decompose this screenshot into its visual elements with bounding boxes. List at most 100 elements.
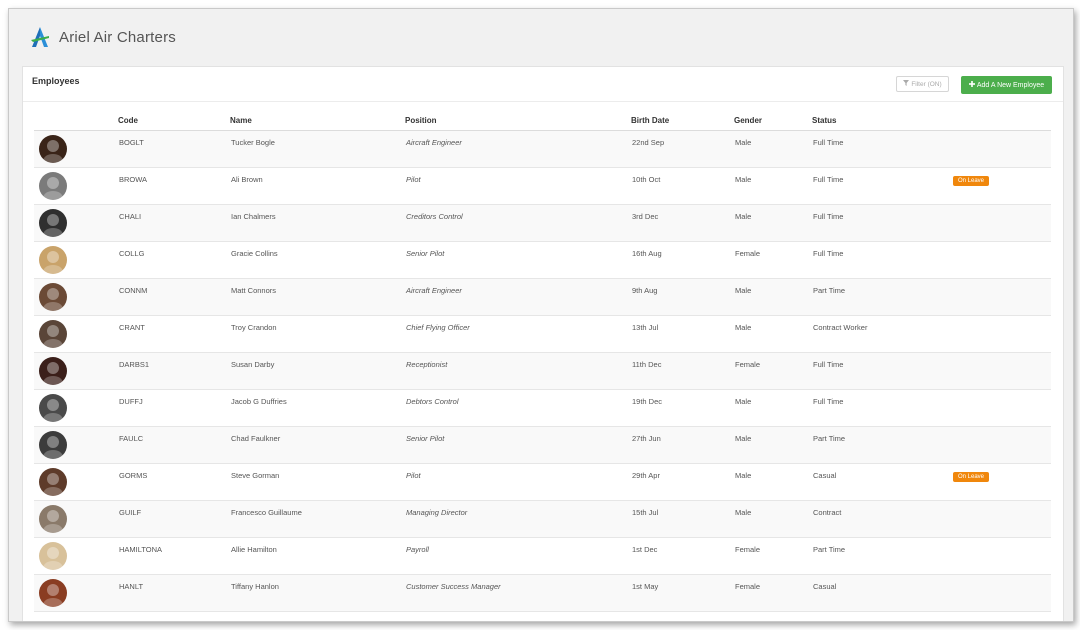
status-cell: Full Time xyxy=(812,204,952,242)
position-cell: Pilot xyxy=(405,167,631,205)
person-avatar-icon xyxy=(43,288,63,311)
table-row[interactable]: COLLG Gracie Collins Senior Pilot 16th Aug F… xyxy=(34,241,1051,279)
code-cell: CONNM xyxy=(118,278,230,316)
app-title: Ariel Air Charters xyxy=(59,28,176,46)
avatar-cell xyxy=(34,241,118,279)
avatar[interactable] xyxy=(39,320,67,348)
name-cell: Gracie Collins xyxy=(230,241,405,279)
position-cell: Receptionist xyxy=(405,352,631,390)
badge-cell xyxy=(952,352,1051,390)
avatar-cell xyxy=(34,426,118,464)
name-cell: Matt Connors xyxy=(230,278,405,316)
person-avatar-icon xyxy=(43,214,63,237)
col-name-header[interactable]: Name xyxy=(230,110,405,131)
gender-cell: Male xyxy=(734,167,812,205)
col-status-header[interactable]: Status xyxy=(812,110,952,131)
avatar[interactable] xyxy=(39,468,67,496)
app-header: Ariel Air Charters xyxy=(9,9,1073,65)
badge-cell xyxy=(952,130,1051,168)
birth-date-cell: 19th Dec xyxy=(631,389,734,427)
person-avatar-icon xyxy=(43,362,63,385)
person-avatar-icon xyxy=(43,547,63,570)
code-cell: BROWA xyxy=(118,167,230,205)
code-cell: HANLT xyxy=(118,574,230,612)
avatar-cell xyxy=(34,315,118,353)
avatar[interactable] xyxy=(39,542,67,570)
name-cell: Ali Brown xyxy=(230,167,405,205)
birth-date-cell: 16th Aug xyxy=(631,241,734,279)
code-cell: HAMILTONA xyxy=(118,537,230,575)
person-avatar-icon xyxy=(43,473,63,496)
avatar[interactable] xyxy=(39,357,67,385)
birth-date-cell: 13th Jul xyxy=(631,315,734,353)
name-cell: Chad Faulkner xyxy=(230,426,405,464)
badge-cell xyxy=(952,278,1051,316)
table-row[interactable]: GUILF Francesco Guillaume Managing Directo… xyxy=(34,500,1051,538)
avatar[interactable] xyxy=(39,579,67,607)
status-cell: Contract Worker xyxy=(812,315,952,353)
person-avatar-icon xyxy=(43,584,63,607)
table-row[interactable]: GORMS Steve Gorman Pilot 29th Apr Male Casual… xyxy=(34,463,1051,501)
panel-title: Employees xyxy=(32,76,80,86)
position-cell: Debtors Control xyxy=(405,389,631,427)
table-row[interactable]: HANLT Tiffany Hanlon Customer Success Mana… xyxy=(34,574,1051,612)
table-row[interactable]: CRANT Troy Crandon Chief Flying Officer 13t… xyxy=(34,315,1051,353)
code-cell: CRANT xyxy=(118,315,230,353)
gender-cell: Male xyxy=(734,204,812,242)
gender-cell: Female xyxy=(734,352,812,390)
on-leave-badge: On Leave xyxy=(953,472,990,482)
avatar[interactable] xyxy=(39,505,67,533)
code-cell: FAULC xyxy=(118,426,230,464)
table-row[interactable]: DUFFJ Jacob G Duffries Debtors Control 19th… xyxy=(34,389,1051,427)
table-row[interactable]: CHALI Ian Chalmers Creditors Control 3rd De… xyxy=(34,204,1051,242)
gender-cell: Male xyxy=(734,278,812,316)
add-employee-button[interactable]: Add A New Employee xyxy=(961,76,1052,94)
status-cell: Full Time xyxy=(812,352,952,390)
avatar[interactable] xyxy=(39,394,67,422)
avatar[interactable] xyxy=(39,135,67,163)
col-birth-date-header[interactable]: Birth Date xyxy=(631,110,734,131)
col-code-header[interactable]: Code xyxy=(118,110,230,131)
gender-cell: Male xyxy=(734,389,812,427)
avatar-cell xyxy=(34,130,118,168)
table-row[interactable]: DARBS1 Susan Darby Receptionist 11th Dec Fem… xyxy=(34,352,1051,390)
status-cell: Full Time xyxy=(812,130,952,168)
avatar[interactable] xyxy=(39,209,67,237)
avatar-cell xyxy=(34,167,118,205)
gender-cell: Female xyxy=(734,241,812,279)
status-cell: Casual xyxy=(812,574,952,612)
avatar-cell xyxy=(34,463,118,501)
badge-cell xyxy=(952,500,1051,538)
table-row[interactable]: FAULC Chad Faulkner Senior Pilot 27th Jun Ma… xyxy=(34,426,1051,464)
status-cell: Casual xyxy=(812,463,952,501)
position-cell: Managing Director xyxy=(405,500,631,538)
avatar[interactable] xyxy=(39,246,67,274)
birth-date-cell: 27th Jun xyxy=(631,426,734,464)
name-cell: Allie Hamilton xyxy=(230,537,405,575)
col-gender-header[interactable]: Gender xyxy=(734,110,812,131)
table-row[interactable]: CONNM Matt Connors Aircraft Engineer 9th Au… xyxy=(34,278,1051,316)
col-position-header[interactable]: Position xyxy=(405,110,631,131)
person-avatar-icon xyxy=(43,325,63,348)
birth-date-cell: 29th Apr xyxy=(631,463,734,501)
on-leave-badge: On Leave xyxy=(953,176,990,186)
table-row[interactable]: BOGLT Tucker Bogle Aircraft Engineer 22nd S… xyxy=(34,130,1051,168)
employees-table-body: BOGLT Tucker Bogle Aircraft Engineer 22nd S… xyxy=(34,130,1051,612)
avatar-cell xyxy=(34,537,118,575)
avatar[interactable] xyxy=(39,283,67,311)
birth-date-cell: 1st May xyxy=(631,574,734,612)
gender-cell: Male xyxy=(734,500,812,538)
code-cell: CHALI xyxy=(118,204,230,242)
person-avatar-icon xyxy=(43,251,63,274)
person-avatar-icon xyxy=(43,436,63,459)
table-row[interactable]: HAMILTONA Allie Hamilton Payroll 1st Dec Fem… xyxy=(34,537,1051,575)
position-cell: Chief Flying Officer xyxy=(405,315,631,353)
avatar[interactable] xyxy=(39,431,67,459)
table-row[interactable]: BROWA Ali Brown Pilot 10th Oct Male Full Time… xyxy=(34,167,1051,205)
avatar[interactable] xyxy=(39,172,67,200)
badge-cell xyxy=(952,241,1051,279)
birth-date-cell: 3rd Dec xyxy=(631,204,734,242)
filter-button[interactable]: Filter (ON) xyxy=(896,76,949,92)
avatar-cell xyxy=(34,574,118,612)
code-cell: DUFFJ xyxy=(118,389,230,427)
